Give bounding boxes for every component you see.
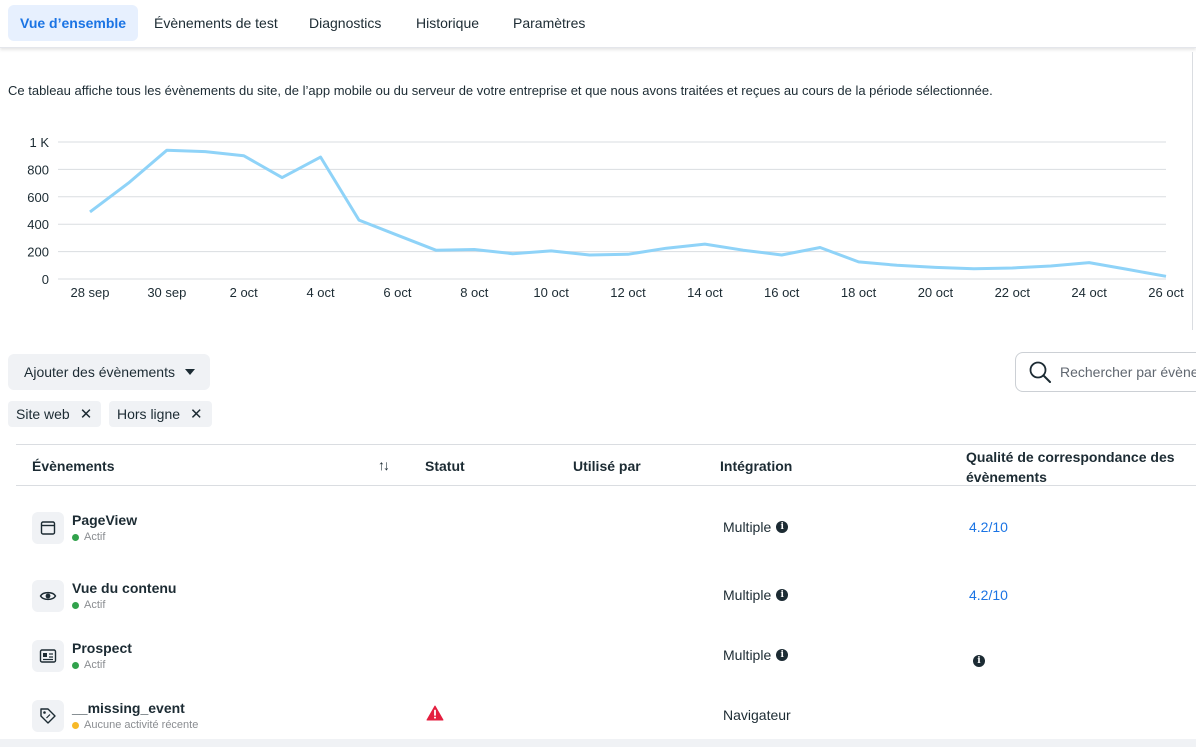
info-icon[interactable]: i bbox=[776, 521, 789, 533]
panel-divider bbox=[1192, 52, 1193, 330]
status-text: Aucune activité récente bbox=[84, 719, 199, 731]
column-header-used-by: Utilisé par bbox=[573, 458, 641, 474]
column-header-integration: Intégration bbox=[720, 458, 793, 474]
tab-test-events[interactable]: Évènements de test bbox=[142, 5, 290, 41]
x-tick-label: 4 oct bbox=[306, 285, 335, 300]
x-tick-label: 6 oct bbox=[383, 285, 412, 300]
x-tick-label: 18 oct bbox=[841, 285, 877, 300]
browser-window-icon bbox=[32, 512, 64, 544]
table-header: Évènements ↑↓ Statut Utilisé par Intégra… bbox=[16, 444, 1196, 486]
x-tick-label: 28 sep bbox=[70, 285, 109, 300]
x-tick-label: 30 sep bbox=[147, 285, 186, 300]
x-tick-label: 12 oct bbox=[610, 285, 646, 300]
integration-text: Multiple bbox=[723, 647, 772, 663]
add-events-label: Ajouter des évènements bbox=[24, 364, 175, 380]
tag-icon bbox=[32, 700, 64, 732]
tab-diagnostics[interactable]: Diagnostics bbox=[297, 5, 393, 41]
x-tick-label: 10 oct bbox=[533, 285, 569, 300]
chart-description: Ce tableau affiche tous les évènements d… bbox=[8, 83, 993, 98]
column-header-status: Statut bbox=[425, 458, 465, 474]
tab-history[interactable]: Historique bbox=[404, 5, 491, 41]
column-header-quality-line1: Qualité de correspondance des bbox=[966, 449, 1175, 465]
status-text: Actif bbox=[84, 531, 106, 543]
integration-cell: Multiple i bbox=[723, 647, 789, 663]
status-text: Actif bbox=[84, 599, 106, 611]
info-icon[interactable]: i bbox=[973, 655, 985, 667]
search-input[interactable] bbox=[1060, 364, 1196, 380]
bottom-scroll-area bbox=[0, 739, 1196, 747]
y-tick-label: 200 bbox=[27, 245, 49, 260]
filter-chip-label: Hors ligne bbox=[117, 406, 181, 422]
events-line-chart: 0 200 400 600 800 1 K 28 sep 30 sep 2 oct 4 oct 6 … bbox=[27, 135, 1184, 300]
info-icon[interactable]: i bbox=[776, 589, 789, 601]
event-status: Actif bbox=[72, 599, 105, 611]
table-row[interactable]: Prospect Actif Multiple i i bbox=[0, 628, 1196, 688]
filter-chip-website: Site web ✕ bbox=[8, 401, 101, 427]
search-icon bbox=[1029, 361, 1051, 383]
x-tick-label: 22 oct bbox=[995, 285, 1031, 300]
x-tick-label: 16 oct bbox=[764, 285, 800, 300]
quality-cell: i bbox=[973, 650, 985, 667]
sort-icon[interactable]: ↑↓ bbox=[378, 457, 390, 473]
event-name[interactable]: __missing_event bbox=[72, 700, 185, 716]
warning-icon[interactable] bbox=[426, 705, 444, 721]
column-header-quality: Qualité de correspondance des évènements bbox=[966, 447, 1175, 487]
quality-score-link[interactable]: 4.2/10 bbox=[969, 519, 1008, 535]
event-name[interactable]: PageView bbox=[72, 512, 137, 528]
status-dot bbox=[72, 533, 79, 541]
search-box bbox=[1015, 352, 1196, 392]
filter-chip-offline: Hors ligne ✕ bbox=[109, 401, 212, 427]
id-card-icon bbox=[32, 640, 64, 672]
table-row[interactable]: Vue du contenu Actif Multiple i 4.2/10 bbox=[0, 568, 1196, 628]
y-tick-label: 800 bbox=[27, 162, 49, 177]
tab-bar: Vue d’ensemble Évènements de test Diagno… bbox=[0, 0, 1196, 48]
add-events-button[interactable]: Ajouter des évènements bbox=[8, 354, 210, 390]
close-icon[interactable]: ✕ bbox=[190, 405, 203, 423]
integration-cell: Multiple i bbox=[723, 519, 789, 535]
y-tick-label: 600 bbox=[27, 190, 49, 205]
y-tick-label: 0 bbox=[42, 272, 49, 287]
event-status: Actif bbox=[72, 531, 105, 543]
x-tick-label: 8 oct bbox=[460, 285, 489, 300]
status-dot bbox=[72, 661, 79, 669]
y-tick-label: 1 K bbox=[29, 135, 49, 150]
integration-cell: Navigateur bbox=[723, 707, 791, 723]
tab-overview[interactable]: Vue d’ensemble bbox=[8, 5, 139, 41]
close-icon[interactable]: ✕ bbox=[80, 405, 93, 423]
integration-cell: Multiple i bbox=[723, 587, 789, 603]
y-tick-label: 400 bbox=[27, 217, 49, 232]
event-name[interactable]: Prospect bbox=[72, 640, 132, 656]
x-tick-label: 2 oct bbox=[230, 285, 259, 300]
x-tick-label: 20 oct bbox=[918, 285, 954, 300]
integration-text: Navigateur bbox=[723, 707, 791, 723]
filter-chip-label: Site web bbox=[16, 406, 70, 422]
caret-down-icon bbox=[184, 369, 195, 375]
integration-text: Multiple bbox=[723, 587, 772, 603]
event-status: Actif bbox=[72, 659, 105, 671]
status-dot bbox=[72, 721, 79, 729]
eye-icon bbox=[32, 580, 64, 612]
event-name[interactable]: Vue du contenu bbox=[72, 580, 176, 596]
status-text: Actif bbox=[84, 659, 106, 671]
tab-settings[interactable]: Paramètres bbox=[501, 5, 597, 41]
x-tick-label: 24 oct bbox=[1071, 285, 1107, 300]
event-status: Aucune activité récente bbox=[72, 719, 198, 731]
column-header-events[interactable]: Évènements bbox=[32, 458, 114, 474]
info-icon[interactable]: i bbox=[776, 649, 789, 661]
x-tick-label: 14 oct bbox=[687, 285, 723, 300]
column-header-quality-line2: évènements bbox=[966, 469, 1047, 485]
table-row[interactable]: PageView Actif Multiple i 4.2/10 bbox=[0, 500, 1196, 560]
status-dot bbox=[72, 601, 79, 609]
x-tick-label: 26 oct bbox=[1148, 285, 1184, 300]
integration-text: Multiple bbox=[723, 519, 772, 535]
quality-score-link[interactable]: 4.2/10 bbox=[969, 587, 1008, 603]
